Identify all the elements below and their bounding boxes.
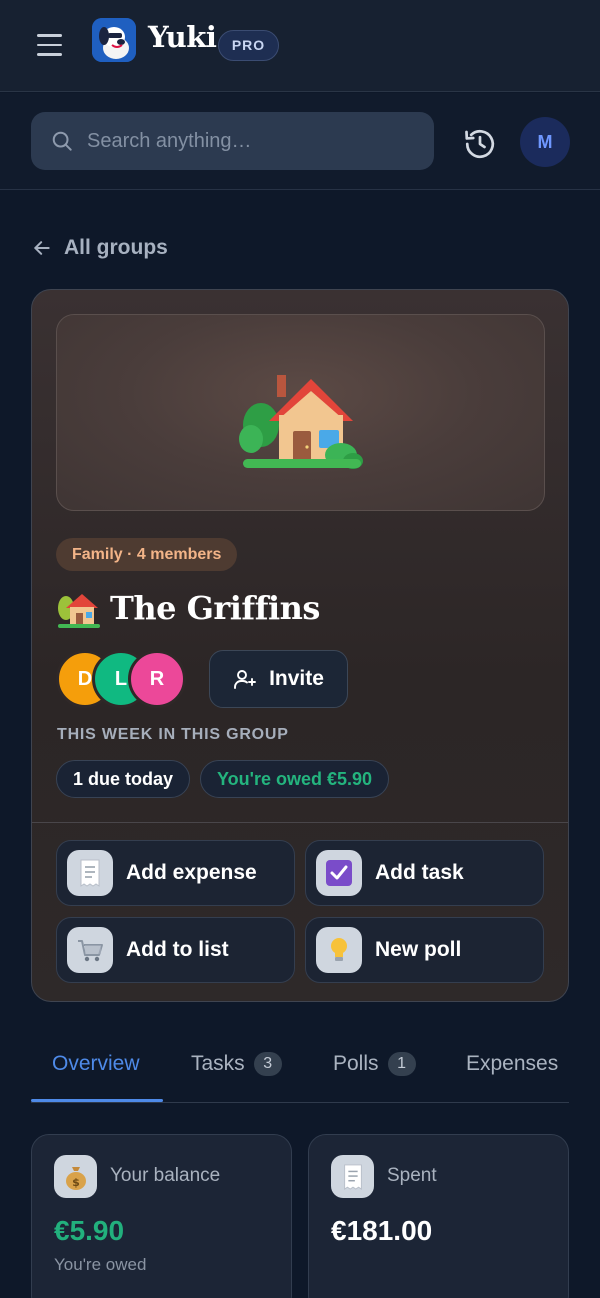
house-icon: [58, 594, 100, 628]
user-avatar[interactable]: M: [520, 117, 570, 167]
group-type-tag: Family · 4 members: [56, 538, 238, 571]
spent-label: Spent: [387, 1165, 437, 1186]
cart-icon: [67, 927, 113, 973]
member-avatars[interactable]: D L R: [56, 650, 196, 710]
tab-count-badge: 1: [387, 1052, 416, 1076]
spent-value: €181.00: [331, 1215, 433, 1246]
active-tab-indicator: [31, 1099, 163, 1102]
member-avatar[interactable]: R: [128, 650, 186, 708]
week-summary-heading: THIS WEEK IN THIS GROUP: [57, 726, 289, 743]
back-link-label: All groups: [64, 236, 168, 259]
spent-card[interactable]: Spent €181.00: [308, 1134, 569, 1298]
pro-badge: PRO: [218, 30, 279, 61]
balance-card[interactable]: $ Your balance €5.90 You're owed: [31, 1134, 292, 1298]
add-to-list-button[interactable]: Add to list: [56, 917, 295, 983]
search-box[interactable]: [31, 112, 434, 170]
tab-expenses[interactable]: Expenses: [466, 1052, 558, 1102]
action-label: New poll: [375, 938, 462, 961]
svg-text:$: $: [72, 1176, 80, 1189]
balance-subtext: You're owed: [54, 1255, 147, 1274]
invite-button[interactable]: Invite: [209, 650, 348, 708]
receipt-icon: [331, 1155, 374, 1198]
lightbulb-icon: [316, 927, 362, 973]
tab-overview[interactable]: Overview: [52, 1052, 140, 1102]
group-tabs: Overview Tasks 3 Polls 1 Expenses: [31, 1040, 569, 1103]
tab-label: Expenses: [466, 1052, 559, 1075]
balance-value: €5.90: [54, 1215, 125, 1246]
tab-label: Tasks: [191, 1052, 245, 1075]
balance-label: Your balance: [110, 1165, 221, 1186]
tab-label: Polls: [333, 1052, 379, 1075]
add-expense-button[interactable]: Add expense: [56, 840, 295, 906]
arrow-left-icon: [34, 241, 50, 255]
history-icon[interactable]: [462, 126, 498, 162]
invite-label: Invite: [269, 667, 324, 690]
group-card: Family · 4 members The Griffins D L R In…: [31, 289, 569, 1002]
add-task-button[interactable]: Add task: [305, 840, 544, 906]
due-today-chip[interactable]: 1 due today: [56, 760, 191, 798]
money-bag-icon: $: [54, 1155, 97, 1198]
top-app-bar: Yuki PRO: [0, 0, 600, 92]
tab-tasks[interactable]: Tasks 3: [191, 1052, 282, 1102]
search-input[interactable]: [87, 112, 417, 170]
search-bar-row: M: [0, 93, 600, 190]
house-illustration: [239, 375, 363, 469]
search-icon: [52, 131, 72, 151]
app-name: Yuki: [148, 20, 217, 54]
group-title: The Griffins: [110, 589, 320, 627]
action-label: Add task: [375, 861, 464, 884]
receipt-icon: [67, 850, 113, 896]
back-to-groups-link[interactable]: All groups: [32, 236, 168, 260]
card-divider: [32, 822, 568, 823]
action-label: Add to list: [126, 938, 229, 961]
checkbox-icon: [316, 850, 362, 896]
new-poll-button[interactable]: New poll: [305, 917, 544, 983]
action-label: Add expense: [126, 861, 257, 884]
user-plus-icon: [234, 670, 257, 689]
group-title-row: The Griffins: [56, 586, 320, 630]
tab-count-badge: 3: [253, 1052, 282, 1076]
group-hero: [56, 314, 545, 511]
tab-label: Overview: [52, 1052, 140, 1075]
owed-chip[interactable]: You're owed €5.90: [200, 760, 390, 798]
tab-polls[interactable]: Polls 1: [333, 1052, 416, 1102]
app-logo[interactable]: [92, 18, 136, 62]
menu-icon[interactable]: [37, 34, 62, 56]
